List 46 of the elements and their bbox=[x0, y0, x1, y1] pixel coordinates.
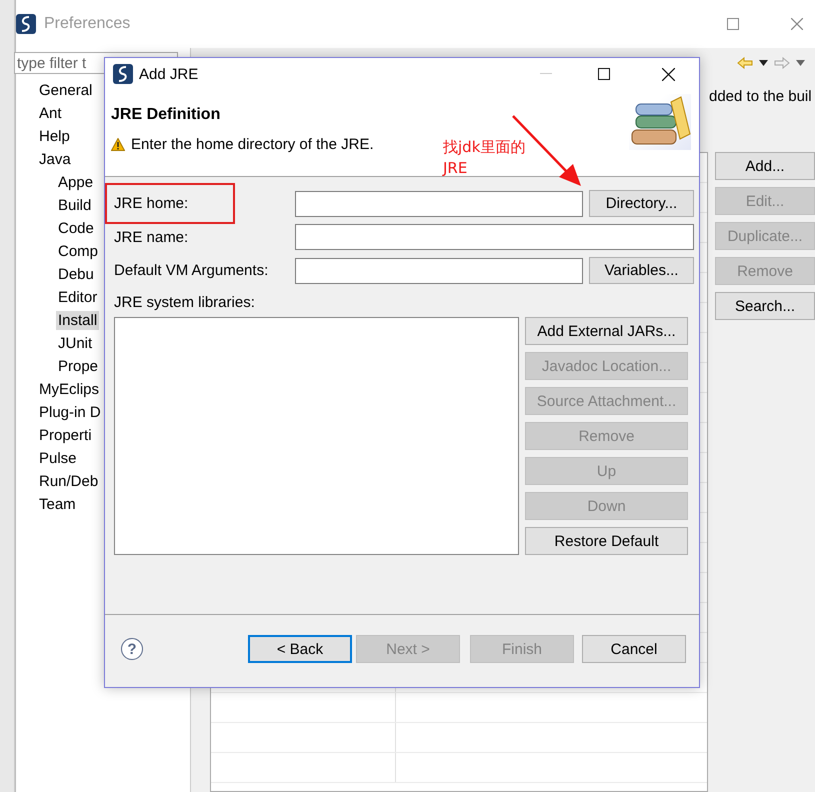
tree-item[interactable]: JUnit bbox=[56, 334, 94, 353]
side-button[interactable]: Search... bbox=[715, 292, 815, 320]
window-title: Preferences bbox=[44, 15, 130, 33]
tree-item[interactable]: Run/Deb bbox=[37, 472, 100, 491]
tree-item[interactable]: Ant bbox=[37, 104, 64, 123]
tree-item[interactable]: Properti bbox=[37, 426, 94, 445]
field-label: JRE name: bbox=[114, 228, 190, 246]
tree-item[interactable]: Java bbox=[37, 150, 73, 169]
close-icon[interactable] bbox=[662, 68, 675, 80]
field-label: Default VM Arguments: bbox=[114, 262, 270, 279]
help-button[interactable]: ? bbox=[121, 638, 143, 660]
tree-item[interactable]: Prope bbox=[56, 357, 100, 376]
tree-item[interactable]: Team bbox=[37, 495, 78, 514]
tree-item[interactable]: Appe bbox=[56, 173, 96, 192]
app-logo-icon bbox=[113, 64, 133, 84]
field-button[interactable]: Directory... bbox=[589, 190, 694, 217]
dialog-heading: JRE Definition bbox=[111, 106, 222, 124]
text-field[interactable] bbox=[295, 190, 583, 216]
library-button[interactable]: Add External JARs... bbox=[525, 317, 688, 345]
text-field[interactable] bbox=[295, 258, 583, 284]
tree-item[interactable]: General bbox=[37, 81, 94, 100]
dropdown-icon[interactable] bbox=[759, 60, 768, 66]
field-label: JRE home: bbox=[114, 195, 190, 212]
tree-item[interactable]: Install bbox=[56, 311, 100, 330]
libraries-label: JRE system libraries: bbox=[114, 294, 256, 313]
tree-item[interactable]: Editor bbox=[56, 288, 100, 307]
footer-button[interactable]: < Back bbox=[248, 635, 352, 663]
tree-item[interactable]: Help bbox=[37, 127, 72, 146]
tree-item[interactable]: Plug-in D bbox=[37, 403, 103, 422]
tree-item[interactable]: Code bbox=[56, 219, 96, 238]
dialog-message: Enter the home directory of the JRE. bbox=[131, 136, 374, 153]
back-arrow-icon[interactable] bbox=[737, 57, 753, 69]
maximize-icon[interactable] bbox=[598, 68, 610, 80]
side-button[interactable]: Add... bbox=[715, 152, 815, 180]
tree-item[interactable]: Comp bbox=[56, 242, 100, 261]
tree-item[interactable]: Debu bbox=[56, 265, 96, 284]
annotation-text: 找jdk里面的 JRE bbox=[443, 137, 526, 179]
tree-item[interactable]: Build bbox=[56, 196, 94, 215]
tree-item[interactable]: Pulse bbox=[37, 449, 79, 468]
warning-icon bbox=[111, 138, 125, 151]
footer-button[interactable]: Cancel bbox=[582, 635, 686, 663]
annotation-arrow bbox=[511, 114, 583, 186]
library-button[interactable]: Restore Default bbox=[525, 527, 688, 555]
tree-item[interactable]: MyEclips bbox=[37, 380, 102, 399]
text-field[interactable] bbox=[295, 224, 694, 250]
field-button[interactable]: Variables... bbox=[589, 257, 694, 284]
